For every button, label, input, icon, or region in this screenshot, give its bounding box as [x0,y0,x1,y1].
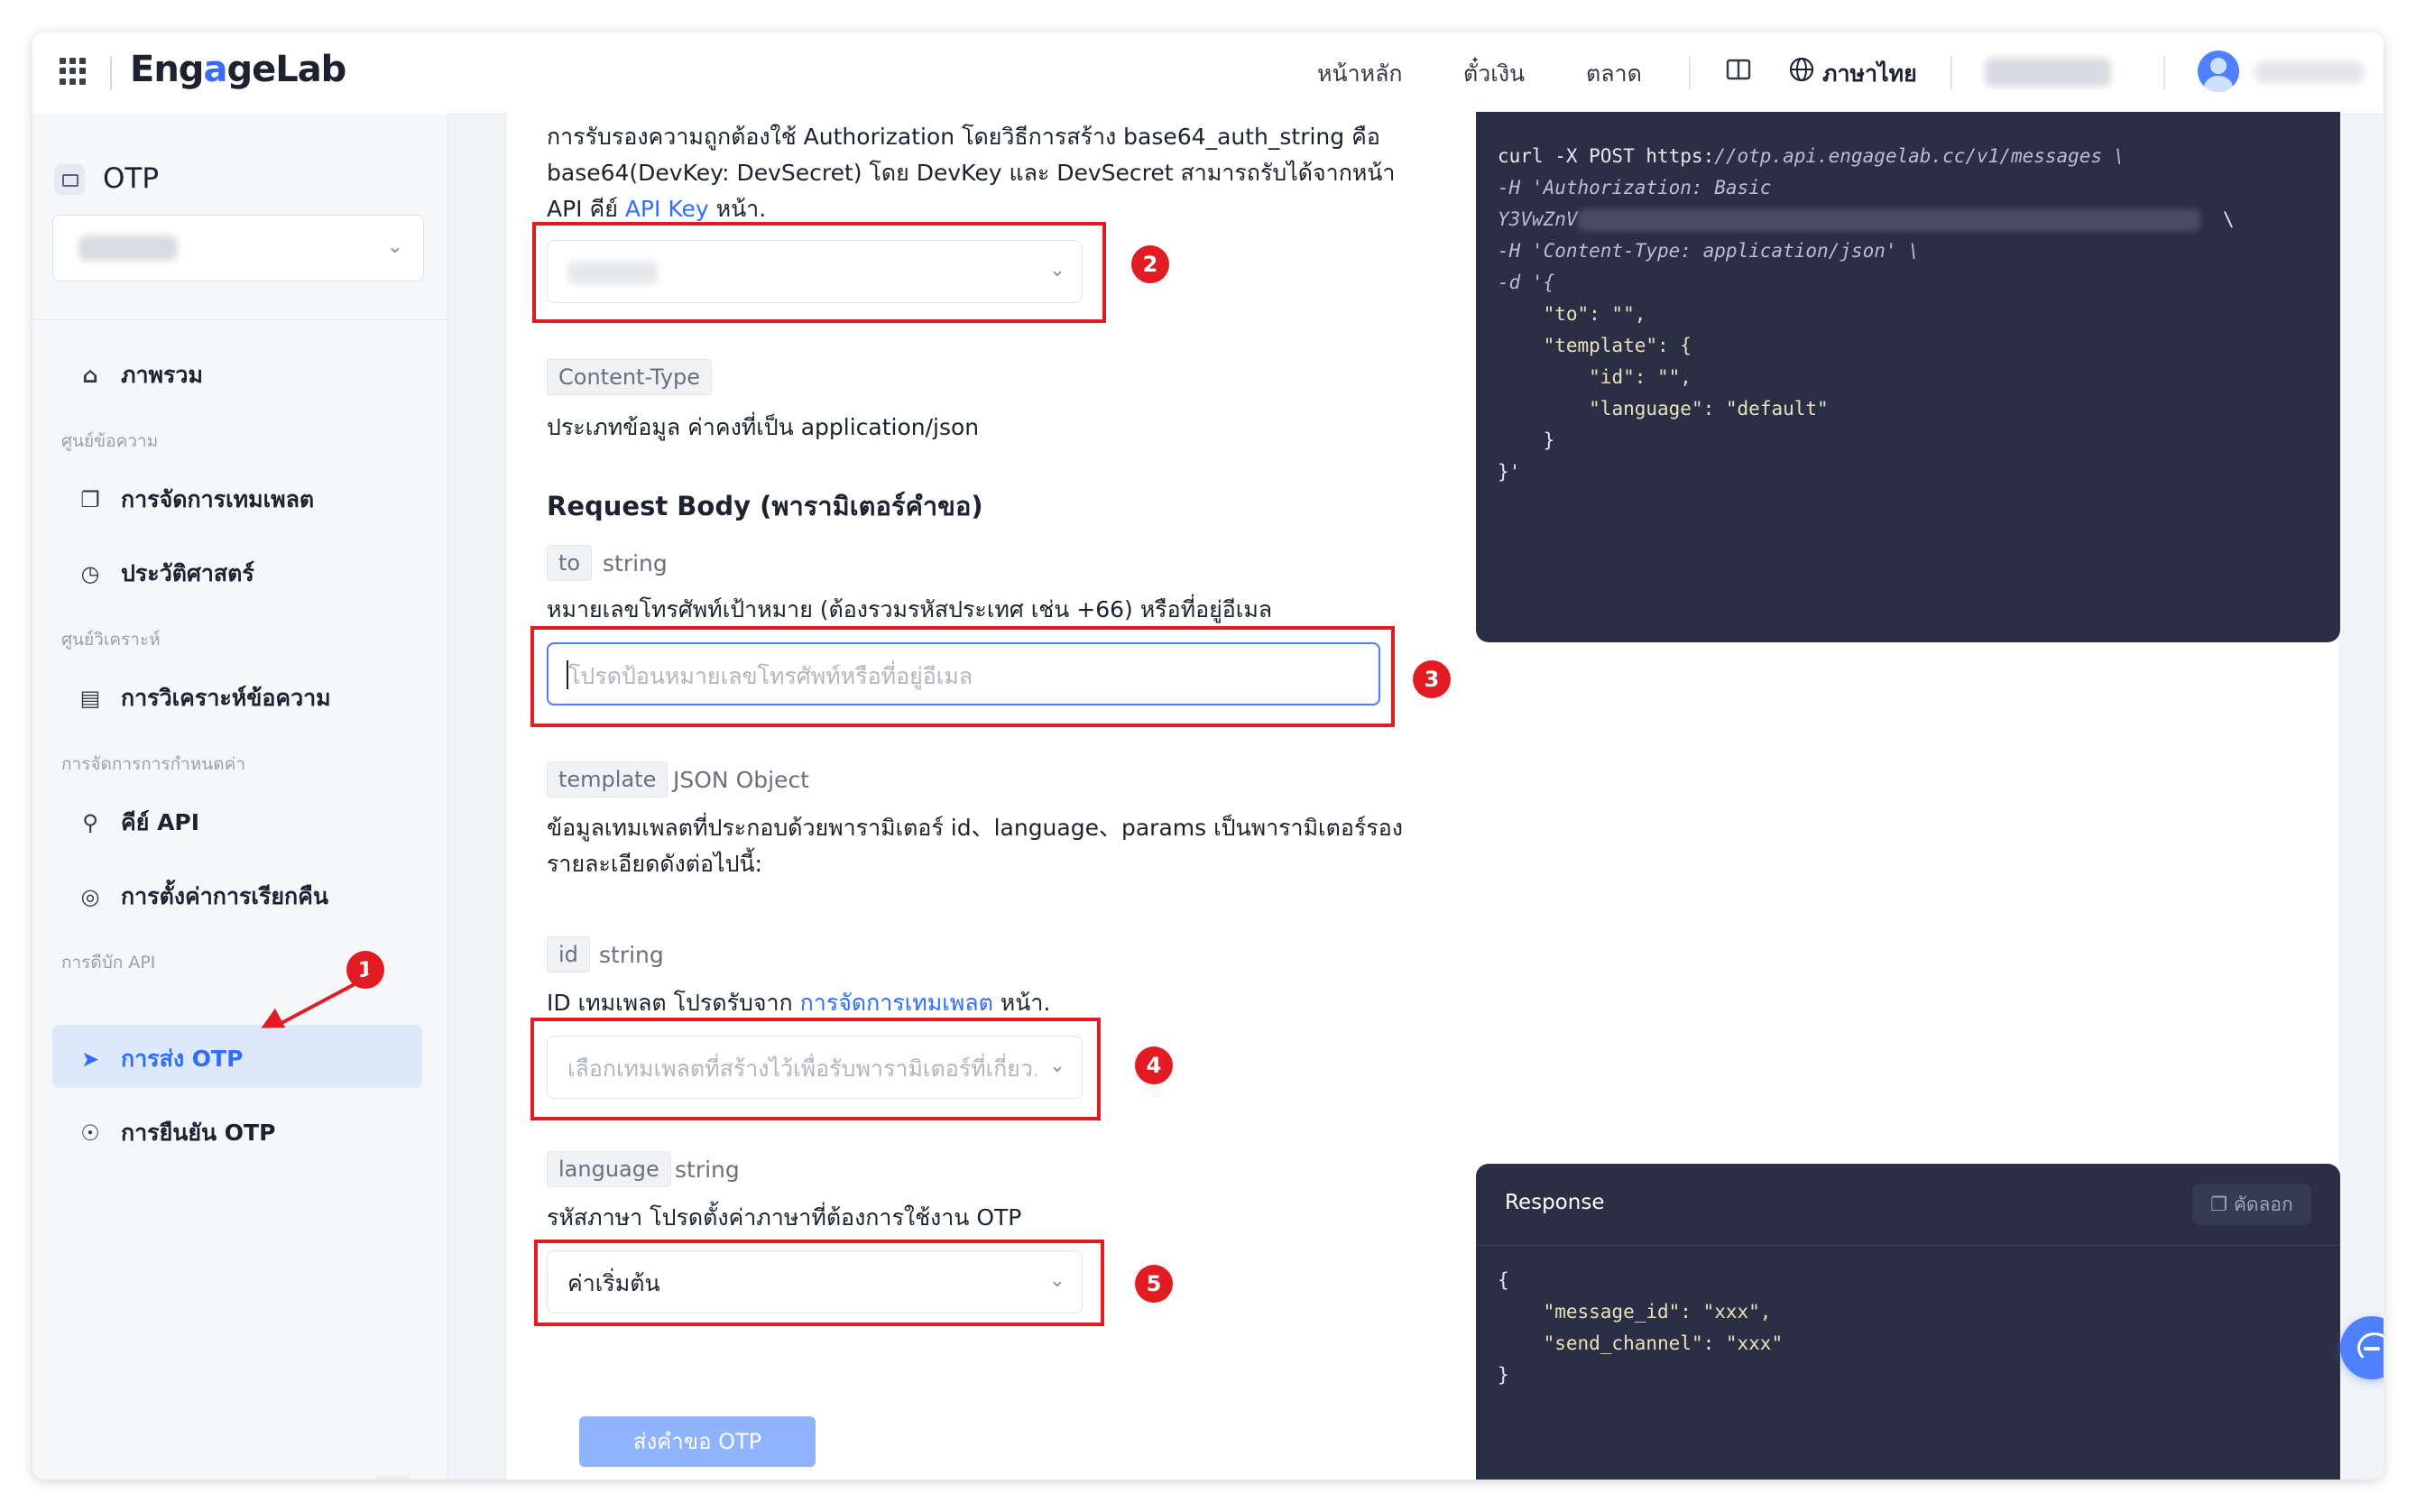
message-icon: ▤ [79,686,101,711]
collapse-sidebar-icon[interactable] [375,1476,411,1480]
annotation-badge-2: 2 [1131,245,1169,283]
account-balance-redacted [1985,58,2111,87]
template-description-line2: รายละเอียดดังต่อไปนี้: [547,851,762,877]
product-title: OTP [103,162,160,195]
annotation-box-3 [530,626,1395,727]
sidebar-item-overview[interactable]: ⌂ ภาพรวม [78,357,203,393]
sidebar-group-api-debug: การดีบัก API [61,953,156,973]
content-type-tag: Content-Type [547,359,713,395]
sidebar-item-template-management[interactable]: ❐ การจัดการเทมเพลต [78,482,314,518]
annotation-box-4 [530,1018,1101,1120]
response-header: Response ❐ คัดลอก [1476,1164,2340,1246]
nav-billing[interactable]: ตั๋วเงิน [1463,56,1525,92]
app-window: EngageLab หน้าหลัก ตั๋วเงิน ตลาด ภาษาไทย… [32,32,2384,1480]
nav-divider [1950,56,1952,90]
annotation-box-2 [532,222,1106,323]
history-icon: ◷ [80,561,100,586]
globe-icon[interactable] [1788,56,1815,83]
sidebar-item-message-analytics[interactable]: ▤ การวิเคราะห์ข้อความ [78,680,331,716]
annotation-badge-3: 3 [1413,660,1451,698]
response-panel: Response ❐ คัดลอก { "message_id": "xxx",… [1476,1164,2340,1480]
annotation-badge-5: 5 [1135,1265,1173,1303]
auth-description-line2: base64(DevKey: DevSecret) โดย DevKey และ… [547,160,1396,186]
username-redacted [2255,61,2364,83]
settings-icon: ◎ [80,884,100,909]
request-body-heading: Request Body (พารามิเตอร์คำขอ) [547,491,983,521]
home-icon: ⌂ [82,363,98,388]
request-code-panel: curl -X POST https://otp.api.engagelab.c… [1476,112,2340,642]
customer-support-icon[interactable] [2340,1316,2384,1379]
template-param-type: JSON Object [673,767,809,793]
response-code-block[interactable]: { "message_id": "xxx", "send_channel": "… [1498,1265,1783,1391]
sidebar: OTP ⌄ ⌂ ภาพรวม ศูนย์ข้อความ ❐ การจัดการเทม… [32,114,448,1480]
sidebar-item-history[interactable]: ◷ ประวัติศาสตร์ [78,556,254,592]
id-param-description: ID เทมเพลต โปรดรับจาก การจัดการเทมเพลต ห… [547,990,1051,1016]
sidebar-group-message-center: ศูนย์ข้อความ [61,431,159,451]
chevron-down-icon: ⌄ [386,235,403,258]
response-title: Response [1505,1191,1605,1214]
content-type-description: ประเภทข้อมูล ค่าคงที่เป็น application/js… [547,414,980,440]
sidebar-divider [32,319,447,320]
sidebar-item-api-key[interactable]: ⚲ คีย์ API [78,805,199,841]
api-key-link[interactable]: API Key [625,196,709,222]
sidebar-item-send-otp[interactable]: ➤ การส่ง OTP [78,1041,243,1077]
sidebar-group-configuration: การจัดการการกำหนดค่า [61,754,246,774]
brand-logo[interactable]: EngageLab [130,49,346,90]
nav-marketplace[interactable]: ตลาด [1586,56,1642,92]
to-param-tag: to [547,545,593,581]
avatar[interactable] [2198,51,2239,92]
lock-icon: ⚲ [82,810,98,835]
apps-grid-icon[interactable] [60,58,87,85]
app-name-redacted [78,235,178,261]
auth-description-line1: การรับรองความถูกต้องใช้ Authorization โด… [547,124,1380,150]
request-code-block[interactable]: curl -X POST https://otp.api.engagelab.c… [1498,141,2234,488]
language-param-type: string [675,1157,740,1183]
copy-icon: ❐ [80,487,100,512]
send-otp-request-button[interactable]: ส่งคำขอ OTP [579,1416,816,1467]
template-management-link[interactable]: การจัดการเทมเพลต [800,990,993,1016]
app-selector[interactable]: ⌄ [52,215,424,281]
brand-divider [110,56,112,90]
nav-home[interactable]: หน้าหลัก [1317,56,1403,92]
send-icon: ➤ [80,1046,100,1072]
annotation-badge-4: 4 [1135,1046,1173,1084]
annotation-box-5 [534,1240,1104,1326]
to-param-type: string [603,550,668,576]
otp-product-icon [54,164,85,195]
language-switcher[interactable]: ภาษาไทย [1822,56,1917,92]
sidebar-item-verify-otp[interactable]: ☉ การยืนยัน OTP [78,1115,275,1151]
sidebar-group-analytics: ศูนย์วิเคราะห์ [61,630,161,650]
to-param-description: หมายเลขโทรศัพท์เป้าหมาย (ต้องรวมรหัสประเ… [547,596,1273,622]
top-bar: EngageLab หน้าหลัก ตั๋วเงิน ตลาด ภาษาไทย [32,32,2384,115]
copy-icon: ❐ [2210,1194,2228,1215]
language-param-description: รหัสภาษา โปรดตั้งค่าภาษาที่ต้องการใช้งาน… [547,1204,1022,1231]
nav-divider [2163,56,2165,90]
id-param-type: string [599,942,664,968]
template-param-tag: template [547,761,669,797]
id-param-tag: id [547,936,590,973]
copy-response-button[interactable]: ❐ คัดลอก [2192,1184,2311,1225]
template-description-line1: ข้อมูลเทมเพลตที่ประกอบด้วยพารามิเตอร์ id… [547,815,1403,841]
sidebar-item-callback-settings[interactable]: ◎ การตั้งค่าการเรียกคืน [78,879,328,915]
shield-icon: ☉ [80,1120,100,1146]
language-param-tag: language [547,1151,671,1187]
docs-book-icon[interactable] [1725,56,1752,83]
nav-divider [1689,56,1691,90]
